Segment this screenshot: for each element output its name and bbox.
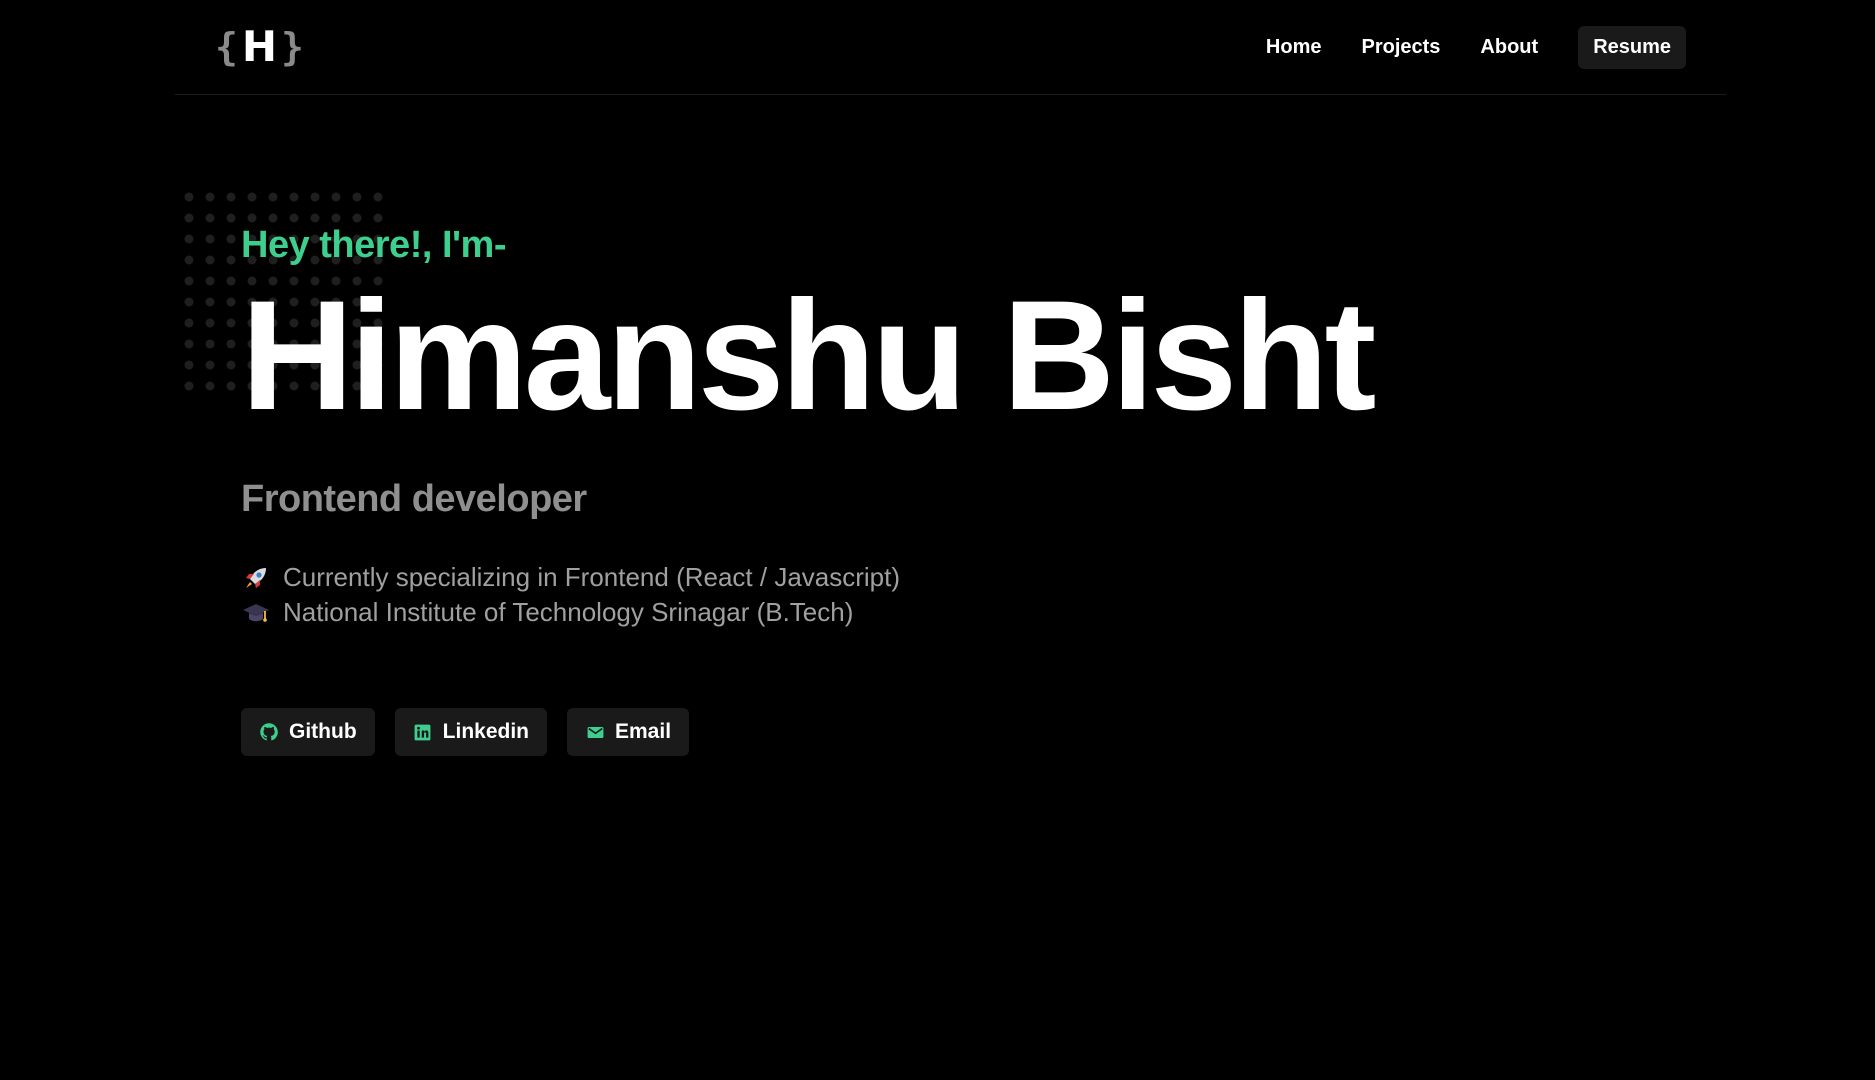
site-header: { H } Home Projects About Resume	[175, 0, 1726, 95]
graduation-cap-icon	[241, 598, 271, 628]
nav-home-link[interactable]: Home	[1266, 36, 1322, 59]
grid-dot	[289, 192, 299, 202]
grid-dot	[184, 318, 194, 328]
site-logo[interactable]: { H }	[215, 22, 304, 72]
hero-section: Hey there!, I'm- Himanshu Bisht Frontend…	[241, 222, 1376, 756]
hero-name: Himanshu Bisht	[241, 269, 1376, 443]
resume-button[interactable]: Resume	[1578, 26, 1686, 69]
logo-close-brace: }	[281, 25, 304, 69]
hero-bio: Currently specializing in Frontend (Reac…	[241, 560, 1372, 630]
grid-dot	[226, 318, 236, 328]
portfolio-page: { H } Home Projects About Resume Hey the…	[0, 0, 1875, 1080]
grid-dot	[226, 213, 236, 223]
linkedin-label: Linkedin	[442, 720, 529, 743]
grid-dot	[205, 255, 215, 265]
grid-dot	[184, 381, 194, 391]
grid-dot	[184, 192, 194, 202]
main-nav: Home Projects About Resume	[1226, 26, 1686, 69]
grid-dot	[226, 255, 236, 265]
grid-dot	[226, 234, 236, 244]
grid-dot	[205, 213, 215, 223]
grid-dot	[331, 192, 341, 202]
grid-dot	[184, 276, 194, 286]
email-label: Email	[615, 720, 672, 743]
logo-open-brace: {	[215, 25, 238, 69]
bio-line-specialization: Currently specializing in Frontend (Reac…	[241, 560, 1372, 595]
grid-dot	[184, 255, 194, 265]
linkedin-button[interactable]: Linkedin	[394, 708, 547, 756]
grid-dot	[205, 276, 215, 286]
github-icon	[259, 722, 279, 742]
grid-dot	[226, 276, 236, 286]
grid-dot	[205, 234, 215, 244]
email-button[interactable]: Email	[567, 708, 690, 756]
rocket-icon	[241, 563, 271, 593]
nav-projects-link[interactable]: Projects	[1361, 36, 1440, 59]
grid-dot	[268, 192, 278, 202]
github-label: Github	[289, 720, 357, 743]
grid-dot	[184, 213, 194, 223]
grid-dot	[184, 297, 194, 307]
mail-icon	[585, 722, 605, 742]
grid-dot	[226, 381, 236, 391]
bio-text: National Institute of Technology Srinaga…	[283, 597, 854, 627]
social-links: Github Linkedin Email	[241, 708, 1372, 756]
grid-dot	[310, 192, 320, 202]
grid-dot	[226, 297, 236, 307]
grid-dot	[247, 192, 257, 202]
linkedin-icon	[413, 722, 433, 742]
grid-dot	[226, 339, 236, 349]
grid-dot	[184, 339, 194, 349]
hero-greeting: Hey there!, I'm-	[241, 224, 507, 266]
grid-dot	[352, 192, 362, 202]
bio-text: Currently specializing in Frontend (Reac…	[283, 562, 901, 592]
grid-dot	[226, 192, 236, 202]
grid-dot	[184, 234, 194, 244]
github-button[interactable]: Github	[241, 708, 375, 756]
grid-dot	[205, 192, 215, 202]
logo-letter: H	[241, 22, 278, 71]
hero-role: Frontend developer	[241, 478, 587, 520]
grid-dot	[184, 360, 194, 370]
grid-dot	[205, 297, 215, 307]
grid-dot	[205, 318, 215, 328]
grid-dot	[205, 360, 215, 370]
grid-dot	[205, 381, 215, 391]
grid-dot	[226, 360, 236, 370]
bio-line-education: National Institute of Technology Srinaga…	[241, 595, 1372, 630]
nav-about-link[interactable]: About	[1480, 36, 1538, 59]
grid-dot	[373, 192, 383, 202]
grid-dot	[205, 339, 215, 349]
